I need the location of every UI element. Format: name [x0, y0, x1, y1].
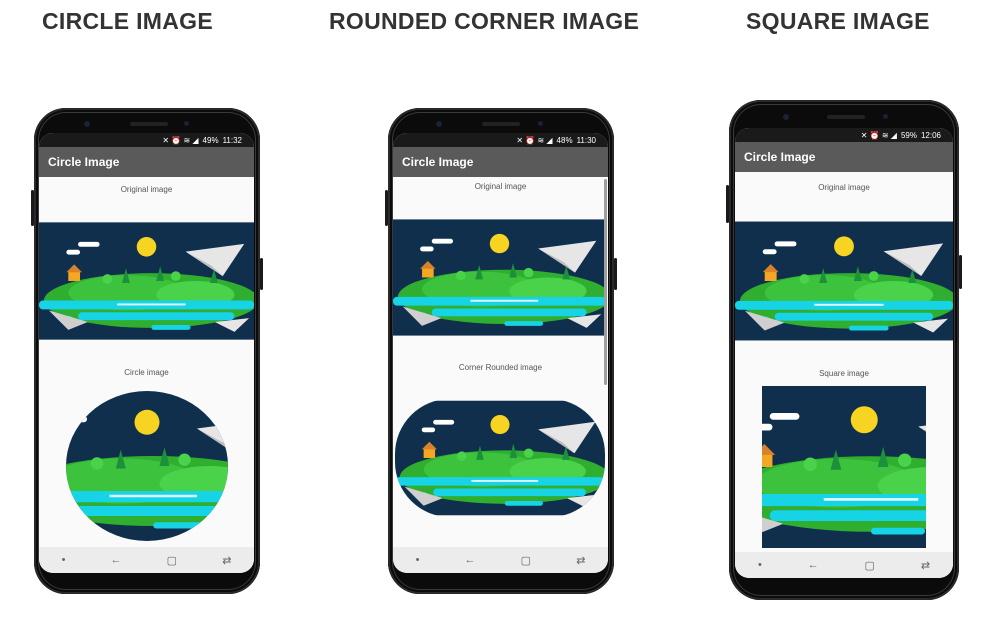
status-bar: ✕ ⏰ ≋ ◢ 49% 11:32 — [39, 133, 254, 147]
front-camera — [84, 121, 90, 127]
volume-button — [385, 190, 388, 226]
phone-square: ✕ ⏰ ≋ ◢ 59% 12:06 Circle Image Original … — [726, 100, 962, 600]
heading-rounded-corner-image: ROUNDED CORNER IMAGE — [329, 8, 640, 34]
battery-level: 49% — [202, 135, 219, 145]
nav-dot-icon[interactable]: • — [758, 559, 762, 571]
app-title: Circle Image — [402, 155, 474, 169]
app-bar: Circle Image — [39, 147, 254, 177]
front-camera — [436, 121, 442, 127]
caption-original-image: Original image — [818, 183, 870, 192]
app-bar: Circle Image — [393, 147, 608, 177]
caption-original-image: Original image — [120, 185, 173, 194]
home-icon[interactable]: ▢ — [865, 559, 875, 572]
status-bar: ✕ ⏰ ≋ ◢ 59% 12:06 — [735, 128, 953, 142]
corner-rounded-image — [395, 399, 605, 517]
scrollbar[interactable] — [604, 179, 607, 385]
caption-square-image: Square image — [819, 369, 869, 378]
sensor — [184, 121, 189, 126]
navigation-bar: • ← ▢ ⇄ — [735, 552, 953, 578]
navigation-bar: • ← ▢ ⇄ — [39, 547, 254, 573]
original-image — [735, 220, 953, 342]
phone-circle: ✕ ⏰ ≋ ◢ 49% 11:32 Circle Image Original … — [31, 108, 263, 594]
original-image — [39, 221, 254, 341]
caption-circle-image: Circle image — [124, 368, 169, 377]
status-icons: ✕ ⏰ ≋ ◢ — [162, 135, 199, 145]
app-title: Circle Image — [48, 155, 120, 169]
status-icons: ✕ ⏰ ≋ ◢ — [516, 135, 553, 145]
status-bar: ✕ ⏰ ≋ ◢ 48% 11:30 — [393, 133, 608, 147]
earpiece-speaker — [482, 122, 520, 126]
app-bar: Circle Image — [735, 142, 953, 172]
recent-apps-icon[interactable]: ⇄ — [222, 554, 231, 567]
recent-apps-icon[interactable]: ⇄ — [576, 554, 585, 567]
back-icon[interactable]: ← — [808, 559, 819, 571]
sensor — [538, 121, 543, 126]
recent-apps-icon[interactable]: ⇄ — [921, 559, 930, 572]
circle-image — [66, 391, 228, 541]
navigation-bar: • ← ▢ ⇄ — [393, 547, 608, 573]
back-icon[interactable]: ← — [465, 554, 476, 566]
back-icon[interactable]: ← — [111, 554, 122, 566]
caption-corner-rounded-image: Corner Rounded image — [458, 363, 543, 372]
original-image — [393, 218, 606, 337]
volume-button — [31, 190, 34, 226]
home-icon[interactable]: ▢ — [167, 554, 177, 567]
status-icons: ✕ ⏰ ≋ ◢ — [860, 130, 897, 140]
screen: ✕ ⏰ ≋ ◢ 48% 11:30 Circle Image Original … — [393, 133, 608, 573]
earpiece-speaker — [827, 115, 865, 119]
square-image — [762, 386, 926, 548]
phone-rounded: ✕ ⏰ ≋ ◢ 48% 11:30 Circle Image Original … — [385, 108, 617, 594]
battery-level: 48% — [556, 135, 573, 145]
heading-circle-image: CIRCLE IMAGE — [42, 8, 213, 34]
nav-dot-icon[interactable]: • — [416, 554, 420, 566]
nav-dot-icon[interactable]: • — [62, 554, 66, 566]
front-camera — [783, 114, 789, 120]
clock: 12:06 — [920, 130, 941, 140]
screen: ✕ ⏰ ≋ ◢ 49% 11:32 Circle Image Original … — [39, 133, 254, 573]
clock: 11:30 — [576, 135, 596, 145]
battery-level: 59% — [900, 130, 917, 140]
screen: ✕ ⏰ ≋ ◢ 59% 12:06 Circle Image Original … — [735, 128, 953, 578]
volume-button — [726, 185, 729, 223]
caption-original-image: Original image — [474, 182, 527, 191]
heading-square-image: SQUARE IMAGE — [746, 8, 930, 34]
power-button — [959, 255, 962, 289]
earpiece-speaker — [130, 122, 168, 126]
sensor — [883, 114, 888, 119]
power-button — [614, 258, 617, 290]
app-title: Circle Image — [744, 150, 816, 164]
home-icon[interactable]: ▢ — [521, 554, 531, 567]
clock: 11:32 — [222, 135, 242, 145]
power-button — [260, 258, 263, 290]
